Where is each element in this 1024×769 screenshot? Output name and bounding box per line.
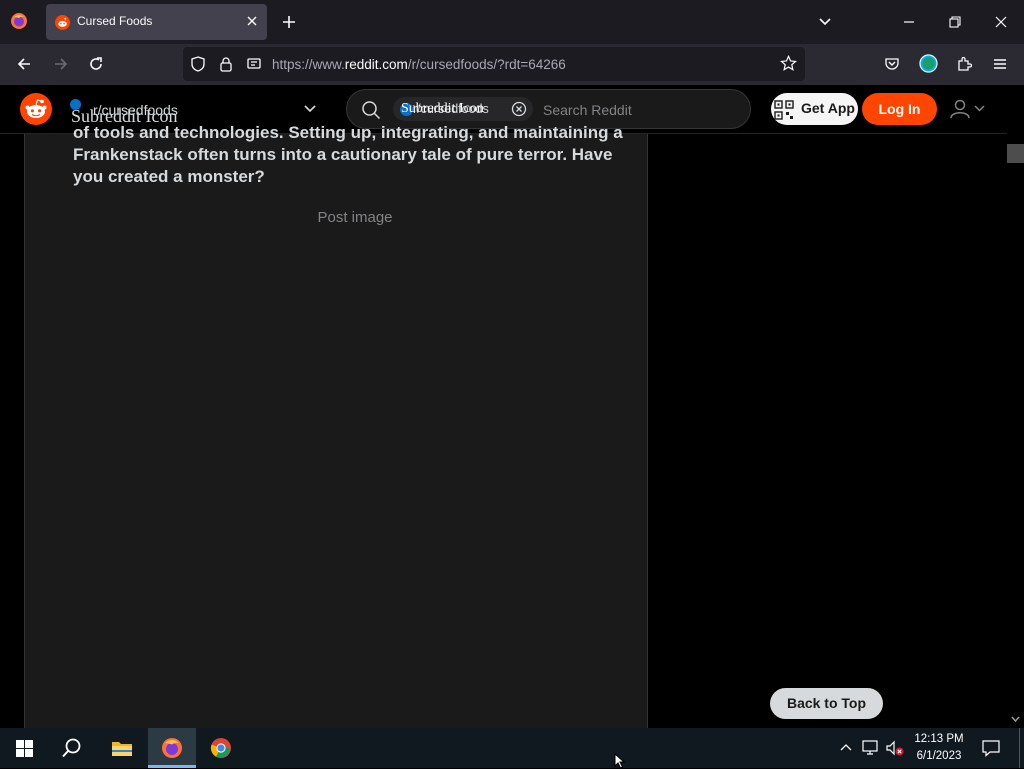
chrome-icon (210, 738, 231, 758)
post-image[interactable]: Post image (25, 209, 685, 226)
show-hidden-icons-chevron-up-icon[interactable] (840, 742, 852, 752)
back-arrow-icon[interactable] (16, 56, 32, 72)
get-app-button[interactable]: Get App (771, 93, 858, 125)
post-card[interactable]: of tools and technologies. Setting up, i… (24, 123, 648, 728)
browser-tab-cursed-foods[interactable]: Cursed Foods (46, 4, 267, 40)
extensions-puzzle-icon[interactable] (956, 56, 972, 72)
mouse-cursor-icon (614, 753, 626, 769)
search-placeholder[interactable]: Search Reddit (543, 102, 632, 118)
url-path: /r/cursedfoods/?rdt=64266 (407, 57, 566, 72)
show-desktop-button[interactable] (1019, 728, 1024, 768)
firefox-logo-icon[interactable] (10, 12, 28, 30)
reddit-favicon-icon (55, 15, 70, 30)
url-text[interactable]: https://www.reddit.com/r/cursedfoods/?rd… (272, 57, 566, 72)
qr-code-icon (773, 99, 795, 121)
close-tab-icon[interactable] (245, 14, 259, 28)
forward-arrow-icon[interactable] (53, 56, 69, 72)
reddit-logo-icon[interactable] (20, 93, 52, 125)
minimize-window-icon[interactable] (901, 14, 917, 30)
windows-taskbar: 12:13 PM 6/1/2023 (0, 728, 1024, 768)
back-to-top-button[interactable]: Back to Top (770, 688, 883, 719)
url-prefix: https://www. (272, 57, 345, 72)
user-menu-icon[interactable] (950, 99, 988, 119)
bookmark-star-icon[interactable] (780, 55, 797, 72)
scroll-down-arrow-icon[interactable] (1011, 715, 1020, 723)
taskbar-firefox[interactable] (148, 728, 196, 768)
firefox-account-avatar-icon[interactable] (919, 54, 938, 73)
hamburger-menu-icon[interactable] (992, 56, 1008, 72)
clock-date: 6/1/2023 (916, 750, 962, 762)
tracking-protection-shield-icon[interactable] (190, 56, 206, 72)
windows-logo-icon (16, 740, 33, 757)
tab-title: Cursed Foods (77, 14, 153, 28)
chip-icon-alt-text: Subreddit Icon (401, 101, 484, 116)
url-domain: reddit.com (344, 57, 408, 72)
log-in-button[interactable]: Log In (862, 93, 937, 125)
firefox-icon (162, 738, 182, 758)
volume-muted-icon[interactable] (885, 740, 905, 757)
pocket-icon[interactable] (884, 56, 900, 72)
right-sidebar (648, 134, 1007, 728)
taskbar-file-explorer[interactable] (98, 728, 146, 768)
browser-tab-strip: Cursed Foods (0, 0, 1024, 44)
browser-nav-toolbar: https://www.reddit.com/r/cursedfoods/?rd… (0, 44, 1024, 85)
search-icon (62, 738, 81, 758)
permissions-icon[interactable] (246, 56, 262, 72)
list-all-tabs-icon[interactable] (818, 16, 832, 28)
taskbar-chrome[interactable] (198, 728, 246, 768)
main-content: of tools and technologies. Setting up, i… (0, 123, 1007, 728)
start-button[interactable] (0, 728, 48, 768)
page-scrollbar[interactable] (1007, 134, 1024, 728)
taskbar-search-button[interactable] (48, 728, 96, 768)
new-tab-icon[interactable] (281, 14, 297, 30)
chip-remove-icon[interactable] (511, 101, 527, 117)
reload-icon[interactable] (88, 56, 104, 72)
post-body-text: of tools and technologies. Setting up, i… (73, 123, 623, 186)
network-icon[interactable] (862, 740, 880, 756)
restore-window-icon[interactable] (947, 14, 963, 30)
folder-icon (112, 742, 132, 756)
search-icon (361, 100, 381, 120)
close-window-icon[interactable] (993, 14, 1009, 30)
search-community-chip[interactable]: r/cursedfoods Subreddit Icon (393, 97, 533, 121)
notifications-icon[interactable] (982, 739, 1000, 757)
url-bar[interactable]: https://www.reddit.com/r/cursedfoods/?rd… (183, 47, 805, 81)
get-app-label: Get App (801, 100, 855, 116)
lock-icon[interactable] (219, 56, 233, 72)
system-clock[interactable]: 12:13 PM 6/1/2023 (908, 731, 970, 765)
chevron-down-icon[interactable] (303, 102, 317, 116)
scrollbar-thumb[interactable] (1007, 144, 1024, 163)
clock-time: 12:13 PM (914, 733, 964, 745)
